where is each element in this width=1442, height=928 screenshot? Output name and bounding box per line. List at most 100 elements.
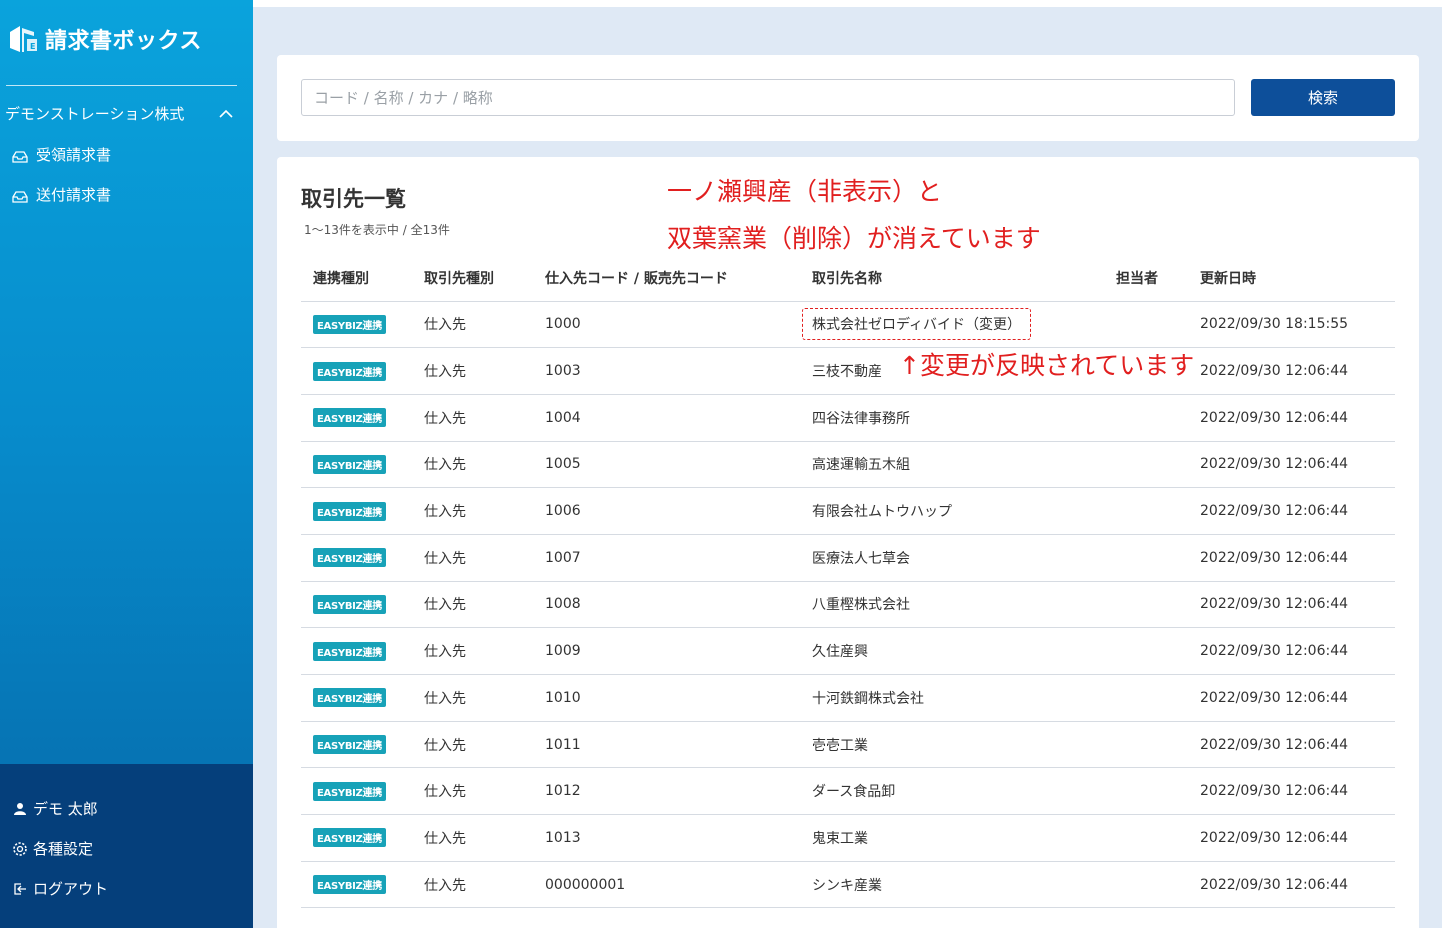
cell-integration: EASYBIZ連携	[301, 347, 424, 395]
sidebar-item-sent-invoices[interactable]: 送付請求書	[12, 184, 111, 205]
table-header-row: 連携種別 取引先種別 仕入先コード / 販売先コード 取引先名称 担当者 更新日…	[301, 255, 1395, 302]
integration-badge: EASYBIZ連携	[313, 454, 386, 474]
cell-person	[1116, 627, 1200, 675]
sidebar-item-received-invoices[interactable]: 受領請求書	[12, 144, 111, 165]
cell-partner-type: 仕入先	[424, 534, 545, 582]
column-header[interactable]: 取引先名称	[812, 255, 1116, 302]
table-row[interactable]: EASYBIZ連携 仕入先 1009 久住産興 2022/09/30 12:06…	[301, 627, 1395, 675]
cell-code: 1008	[545, 581, 812, 629]
cell-person	[1116, 814, 1200, 862]
cell-person	[1116, 534, 1200, 582]
cell-partner-type: 仕入先	[424, 394, 545, 442]
search-button[interactable]: 検索	[1251, 79, 1395, 116]
supplier-name[interactable]: 八重樫株式会社	[812, 597, 910, 613]
sidebar-item-label: 受領請求書	[36, 146, 112, 164]
cell-updated: 2022/09/30 12:06:44	[1200, 814, 1395, 862]
table-row[interactable]: EASYBIZ連携 仕入先 1000 株式会社ゼロディバイド（変更） 2022/…	[301, 301, 1395, 349]
cell-partner-type: 仕入先	[424, 814, 545, 862]
column-header[interactable]: 担当者	[1116, 255, 1200, 302]
cell-partner-type: 仕入先	[424, 767, 545, 816]
search-input[interactable]	[301, 79, 1235, 116]
integration-badge: EASYBIZ連携	[313, 781, 386, 801]
cell-partner-type: 仕入先	[424, 347, 545, 395]
supplier-name[interactable]: 高速運輸五木組	[812, 457, 910, 473]
cell-name: 株式会社ゼロディバイド（変更）	[802, 301, 1116, 349]
user-menu[interactable]: デモ 太郎	[12, 798, 98, 819]
cell-name: 鬼束工業	[812, 814, 1116, 862]
table-row[interactable]: EASYBIZ連携 仕入先 1011 壱壱工業 2022/09/30 12:06…	[301, 721, 1395, 769]
supplier-name[interactable]: ダース食品卸	[812, 784, 895, 800]
supplier-name[interactable]: 壱壱工業	[812, 738, 868, 754]
logout-link[interactable]: ログアウト	[12, 878, 108, 899]
cell-code: 1005	[545, 441, 812, 489]
cell-partner-type: 仕入先	[424, 721, 545, 769]
cell-updated: 2022/09/30 12:06:44	[1200, 861, 1395, 909]
sidebar: E 請求書ボックス デモンストレーション株式 受領請求書 送付請求書 デモ 太郎	[0, 0, 253, 928]
cell-updated: 2022/09/30 12:06:44	[1200, 394, 1395, 442]
table-row[interactable]: EASYBIZ連携 仕入先 1006 有限会社ムトウハップ 2022/09/30…	[301, 487, 1395, 535]
cell-partner-type: 仕入先	[424, 674, 545, 722]
cell-partner-type: 仕入先	[424, 861, 545, 909]
cell-integration: EASYBIZ連携	[301, 767, 424, 816]
supplier-list-panel: 取引先一覧 1〜13件を表示中 / 全13件 一ノ瀬興産（非表示）と 双葉窯業（…	[277, 157, 1419, 928]
column-header[interactable]: 更新日時	[1200, 255, 1395, 302]
cell-code: 1012	[545, 767, 812, 816]
column-header[interactable]: 取引先種別	[424, 255, 545, 302]
cell-person	[1116, 441, 1200, 489]
table-row[interactable]: EASYBIZ連携 仕入先 1010 十河鉄鋼株式会社 2022/09/30 1…	[301, 674, 1395, 722]
cell-code: 1007	[545, 534, 812, 582]
table-row[interactable]: EASYBIZ連携 仕入先 1013 鬼束工業 2022/09/30 12:06…	[301, 814, 1395, 862]
cell-person	[1116, 487, 1200, 535]
cell-partner-type: 仕入先	[424, 301, 545, 349]
app-logo[interactable]: E 請求書ボックス	[6, 22, 202, 56]
cell-code: 1000	[545, 301, 812, 349]
integration-badge: EASYBIZ連携	[313, 828, 386, 848]
svg-text:E: E	[30, 42, 35, 51]
cell-code: 1004	[545, 394, 812, 442]
settings-label: 各種設定	[33, 840, 94, 858]
table-row[interactable]: EASYBIZ連携 仕入先 1003 三枝不動産 2022/09/30 12:0…	[301, 347, 1395, 395]
settings-link[interactable]: 各種設定	[12, 838, 93, 859]
integration-badge: EASYBIZ連携	[313, 361, 386, 381]
search-panel: 検索	[277, 55, 1419, 141]
cell-updated: 2022/09/30 12:06:44	[1200, 721, 1395, 769]
supplier-name[interactable]: シンキ産業	[812, 878, 882, 894]
supplier-name[interactable]: 医療法人七草会	[812, 551, 910, 567]
cell-integration: EASYBIZ連携	[301, 814, 424, 862]
table-row[interactable]: EASYBIZ連携 仕入先 1012 ダース食品卸 2022/09/30 12:…	[301, 767, 1395, 816]
supplier-name[interactable]: 十河鉄鋼株式会社	[812, 691, 924, 707]
table-row[interactable]: EASYBIZ連携 仕入先 1004 四谷法律事務所 2022/09/30 12…	[301, 394, 1395, 442]
cell-code: 1013	[545, 814, 812, 862]
cell-code: 1010	[545, 674, 812, 722]
supplier-name[interactable]: 有限会社ムトウハップ	[812, 504, 952, 520]
cell-name: 四谷法律事務所	[812, 394, 1116, 442]
cell-name: 壱壱工業	[812, 721, 1116, 769]
annotation-note: 一ノ瀬興産（非表示）と	[667, 177, 943, 206]
cell-person	[1116, 347, 1200, 395]
integration-badge: EASYBIZ連携	[313, 408, 386, 428]
supplier-name[interactable]: 株式会社ゼロディバイド（変更）	[812, 317, 1021, 333]
table-row[interactable]: EASYBIZ連携 仕入先 1008 八重樫株式会社 2022/09/30 12…	[301, 581, 1395, 629]
cell-person	[1116, 301, 1200, 349]
column-header[interactable]: 仕入先コード / 販売先コード	[545, 255, 812, 302]
supplier-name[interactable]: 三枝不動産	[812, 364, 882, 380]
cell-updated: 2022/09/30 12:06:44	[1200, 767, 1395, 816]
column-header[interactable]: 連携種別	[301, 255, 424, 302]
cell-integration: EASYBIZ連携	[301, 674, 424, 722]
supplier-name[interactable]: 鬼束工業	[812, 831, 868, 847]
supplier-name[interactable]: 久住産興	[812, 644, 868, 660]
table-row[interactable]: EASYBIZ連携 仕入先 1005 高速運輸五木組 2022/09/30 12…	[301, 441, 1395, 489]
logout-label: ログアウト	[33, 880, 109, 898]
logout-icon	[12, 881, 28, 897]
sidebar-item-label: 送付請求書	[36, 186, 112, 204]
supplier-name[interactable]: 四谷法律事務所	[812, 411, 910, 427]
cell-updated: 2022/09/30 12:06:44	[1200, 581, 1395, 629]
table-row[interactable]: EASYBIZ連携 仕入先 000000001 シンキ産業 2022/09/30…	[301, 861, 1395, 909]
integration-badge: EASYBIZ連携	[313, 875, 386, 895]
cell-integration: EASYBIZ連携	[301, 534, 424, 582]
company-selector[interactable]: デモンストレーション株式	[5, 103, 237, 124]
cell-person	[1116, 721, 1200, 769]
user-name: デモ 太郎	[33, 800, 98, 818]
cell-code: 1003	[545, 347, 812, 395]
table-row[interactable]: EASYBIZ連携 仕入先 1007 医療法人七草会 2022/09/30 12…	[301, 534, 1395, 582]
